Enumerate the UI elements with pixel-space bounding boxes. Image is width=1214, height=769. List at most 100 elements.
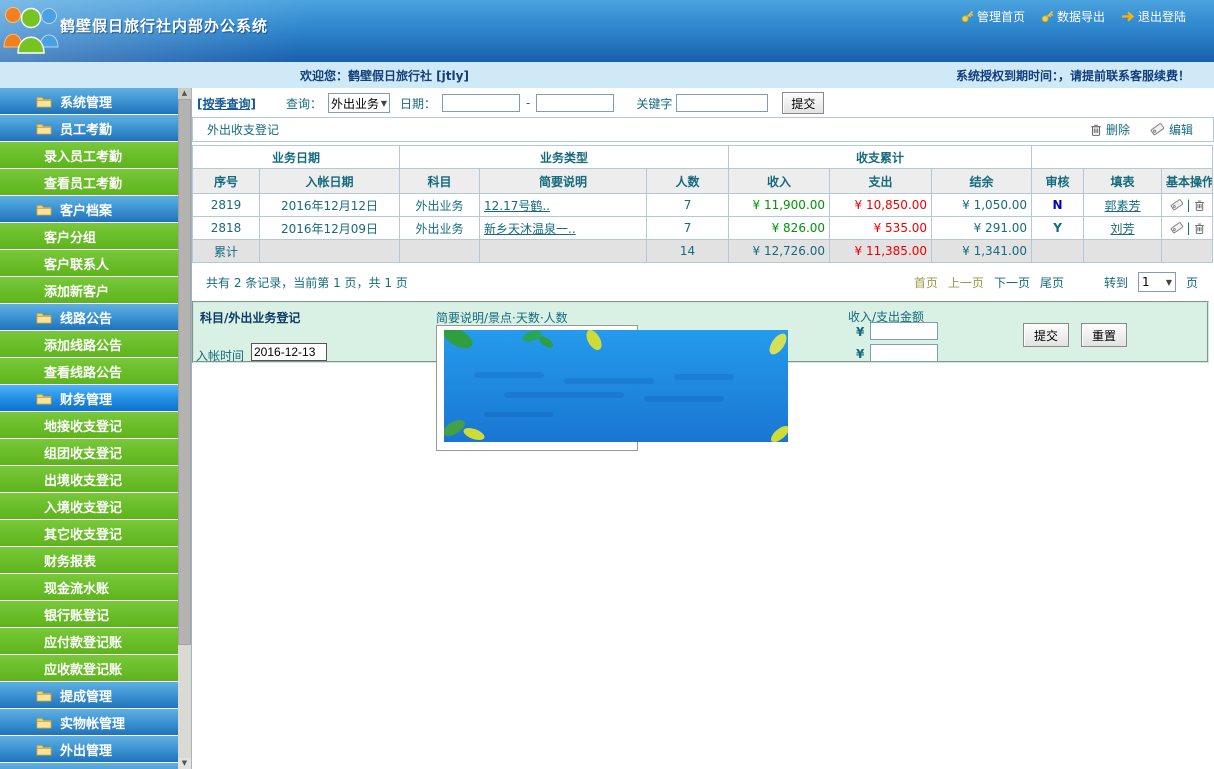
date-from-input[interactable] [442, 94, 521, 112]
expense-cell: ¥ 535.00 [829, 216, 933, 240]
col-header: 审核 [1031, 168, 1085, 194]
last-page-link[interactable]: 尾页 [1040, 274, 1064, 291]
sidebar-item-label: 实物帐管理 [60, 716, 126, 732]
edit-action[interactable]: 编辑 [1150, 121, 1193, 138]
business-type-select[interactable]: 外出业务 ▼ [328, 93, 390, 113]
col-header: 基本操作 [1161, 168, 1214, 194]
income-amount-input[interactable] [870, 322, 938, 340]
delete-action[interactable]: 删除 [1090, 121, 1130, 138]
sidebar: 系统管理员工考勤录入员工考勤 查看员工考勤 客户档案 客户分组 客户联系人 添加新客户线路… [0, 88, 178, 769]
sidebar-item-客户档案[interactable]: 客户档案 [0, 196, 178, 223]
folder-icon [36, 122, 52, 135]
sidebar-item-出境收支登记[interactable]: 出境收支登记 [0, 466, 178, 493]
key-icon [961, 10, 974, 23]
query-submit-button[interactable]: 提交 [782, 92, 825, 114]
folder-icon [36, 203, 52, 216]
sidebar-item-组团收支登记[interactable]: 组团收支登记 [0, 439, 178, 466]
table-header-row: 序号 入帐日期 科目 简要说明 人数 收入 支出 结余 审核 填表 基本操作 [192, 168, 1214, 194]
table-row: 2819 2016年12月12日 外出业务 12.17号鹤.. 7 ¥ 11,9… [192, 193, 1214, 217]
filler-link[interactable]: 刘芳 [1111, 222, 1135, 236]
keyword-input[interactable] [676, 94, 769, 112]
income-cell: ¥ 11,900.00 [728, 193, 831, 217]
date-to-input[interactable] [536, 94, 615, 112]
logout-arrow-icon [1121, 11, 1135, 22]
entry-time-input[interactable] [251, 343, 327, 361]
nav-data-export[interactable]: 数据导出 [1041, 8, 1105, 25]
season-query-link[interactable]: [按季查询] [197, 95, 256, 112]
form-title: 科目/外出业务登记 [200, 311, 301, 325]
record-summary: 共有 2 条记录，当前第 1 页，共 1 页 [206, 275, 408, 290]
sidebar-item-客户分组[interactable]: 客户分组 [0, 223, 178, 250]
desc-link[interactable]: 新乡天沐温泉一.. [484, 222, 576, 236]
sidebar-item-提成管理[interactable]: 提成管理 [0, 682, 178, 709]
sidebar-item-系统管理[interactable]: 系统管理 [0, 88, 178, 115]
keyword-label: 关键字 [636, 96, 673, 111]
sidebar-item-应付款登记账[interactable]: 应付款登记账 [0, 628, 178, 655]
sidebar-item-添加新客户[interactable]: 添加新客户 [0, 277, 178, 304]
date-cell: 2016年12月09日 [258, 216, 401, 240]
sidebar-item-银行账登记[interactable]: 银行账登记 [0, 601, 178, 628]
nav-label: 退出登陆 [1137, 10, 1186, 24]
page-select-value: 1 [1141, 275, 1150, 289]
sidebar-item-入境收支登记[interactable]: 入境收支登记 [0, 493, 178, 520]
col-header: 人数 [646, 168, 730, 194]
col-header: 入帐日期 [258, 168, 401, 194]
balance-cell: ¥ 291.00 [931, 216, 1033, 240]
sidebar-item-label: 入境收支登记 [44, 500, 123, 516]
sidebar-item-现金流水账[interactable]: 现金流水账 [0, 574, 178, 601]
sidebar-item-录入员工考勤[interactable]: 录入员工考勤 [0, 142, 178, 169]
filler-link[interactable]: 郭素芳 [1105, 199, 1141, 213]
sidebar-item-地接收支登记[interactable]: 地接收支登记 [0, 412, 178, 439]
license-expiry-text: 系统授权到期时间：，请提前联系客服续费！ [955, 68, 1190, 83]
sidebar-item-查看线路公告[interactable]: 查看线路公告 [0, 358, 178, 385]
folder-icon [36, 95, 52, 108]
prev-page-link[interactable]: 上一页 [948, 274, 984, 291]
sidebar-item-label: 财务管理 [60, 392, 113, 408]
sidebar-item-客户联系人[interactable]: 客户联系人 [0, 250, 178, 277]
sidebar-item-label: 添加线路公告 [44, 338, 123, 354]
sidebar-item-财务管理[interactable]: 财务管理 [0, 385, 178, 412]
subject-cell: 外出业务 [399, 216, 481, 240]
people-cell: 7 [646, 193, 730, 217]
folder-icon [36, 716, 52, 729]
sidebar-item-员工考勤[interactable]: 员工考勤 [0, 115, 178, 142]
sidebar-item-label: 线路公告 [60, 311, 113, 327]
nav-logout[interactable]: 退出登陆 [1121, 8, 1186, 25]
audit-cell: N [1031, 193, 1085, 217]
chevron-down-icon: ▼ [1165, 277, 1172, 287]
nav-admin-home[interactable]: 管理首页 [961, 8, 1025, 25]
trash-icon[interactable] [1194, 222, 1205, 234]
sidebar-item-查看员工考勤[interactable]: 查看员工考勤 [0, 169, 178, 196]
trash-icon[interactable] [1194, 199, 1205, 211]
sidebar-item-外出管理[interactable]: 外出管理 [0, 736, 178, 763]
next-page-link[interactable]: 下一页 [994, 274, 1030, 291]
audit-cell: Y [1031, 216, 1085, 240]
desc-link[interactable]: 12.17号鹤.. [484, 199, 550, 213]
sidebar-item-线路公告[interactable]: 线路公告 [0, 304, 178, 331]
tag-icon[interactable] [1170, 199, 1184, 211]
top-nav: 管理首页 数据导出 退出登陆 [961, 8, 1186, 25]
scroll-up-icon[interactable]: ▲ [178, 88, 191, 99]
tag-icon[interactable] [1170, 222, 1184, 234]
page-select[interactable]: 1 ▼ [1137, 272, 1176, 292]
sidebar-item-实物帐管理[interactable]: 实物帐管理 [0, 709, 178, 736]
form-reset-button[interactable]: 重置 [1081, 323, 1127, 347]
scroll-down-icon[interactable]: ▼ [178, 758, 191, 769]
expense-amount-input[interactable] [870, 344, 938, 362]
sidebar-item-partial[interactable] [0, 763, 178, 769]
sidebar-item-其它收支登记[interactable]: 其它收支登记 [0, 520, 178, 547]
sidebar-scrollbar[interactable]: ▲ ▼ [178, 88, 191, 769]
scrollbar-thumb[interactable] [178, 99, 191, 645]
sidebar-item-财务报表[interactable]: 财务报表 [0, 547, 178, 574]
form-submit-button[interactable]: 提交 [1023, 323, 1069, 347]
delete-label: 删除 [1105, 123, 1130, 137]
sidebar-item-label: 员工考勤 [60, 122, 113, 138]
sidebar-item-应收款登记账[interactable]: 应收款登记账 [0, 655, 178, 682]
pagination-bar: 共有 2 条记录，当前第 1 页，共 1 页 首页 上一页 下一页 尾页 转到 … [192, 263, 1214, 301]
sidebar-item-添加线路公告[interactable]: 添加线路公告 [0, 331, 178, 358]
first-page-link[interactable]: 首页 [914, 274, 938, 291]
sidebar-item-label: 系统管理 [60, 95, 113, 111]
total-label: 累计 [192, 239, 260, 263]
table-group-header-row: 业务日期 业务类型 收支累计 [191, 145, 1214, 169]
sidebar-item-label: 应收款登记账 [44, 662, 123, 678]
